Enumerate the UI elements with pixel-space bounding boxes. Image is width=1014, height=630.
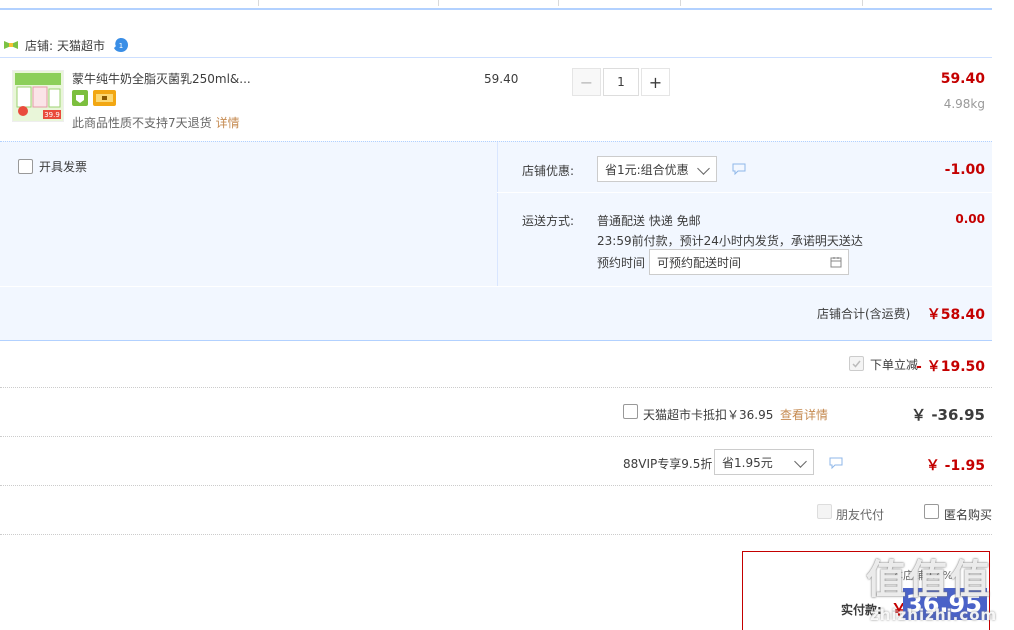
shop-discount-select[interactable]: 省1元:组合优惠 (597, 156, 717, 182)
service-badge-icon (72, 90, 88, 106)
divider (0, 286, 992, 287)
instant-discount-checkbox (849, 356, 864, 371)
card-deduct-detail-link[interactable]: 查看详情 (780, 406, 828, 423)
card-badge-icon (93, 90, 116, 106)
message-icon[interactable] (732, 163, 746, 175)
appointment-time-input[interactable]: 可预约配送时间 (649, 249, 849, 275)
return-policy-notice: 此商品性质不支持7天退货 详情 (72, 114, 240, 131)
product-thumbnail[interactable]: 39.9 (12, 70, 64, 122)
cart-header-strip (0, 0, 992, 10)
card-deduct-row (0, 388, 992, 437)
instant-discount-label: 下单立减 (870, 358, 919, 372)
notice-detail-link[interactable]: 详情 (216, 116, 240, 130)
vip-discount-select[interactable]: 省1.95元 (714, 449, 814, 475)
invoice-checkbox[interactable] (18, 159, 33, 174)
shop-discount-selected: 省1元:组合优惠 (605, 162, 689, 177)
item-subtotal: 59.40 (940, 71, 985, 87)
svg-text:1: 1 (119, 42, 123, 50)
quantity-minus-button[interactable]: − (572, 68, 601, 96)
thumb-price: 39.9 (44, 111, 60, 119)
product-title[interactable]: 蒙牛纯牛奶全脂灭菌乳250ml&... (72, 70, 251, 87)
watermark-url: zhizhizhi.com (870, 606, 998, 624)
item-weight: 4.98kg (943, 97, 985, 111)
wangwang-chat-icon[interactable]: 1 (113, 37, 129, 53)
shop-discount-label: 店铺优惠: (522, 164, 575, 178)
shipping-fee: 0.00 (955, 212, 985, 226)
instant-discount-value: - ￥19.50 (916, 359, 985, 375)
card-deduct-value: ￥ -36.95 (911, 406, 985, 424)
appointment-placeholder: 可预约配送时间 (657, 255, 742, 270)
shop-total-label: 店铺合计(含运费) (817, 307, 911, 321)
chevron-down-icon (794, 455, 807, 468)
card-deduct-checkbox[interactable] (623, 404, 638, 419)
card-deduct-label: 天猫超市卡抵扣￥36.95 (643, 408, 774, 422)
shipping-method: 普通配送 快递 免邮 (597, 214, 701, 228)
friend-pay-checkbox (817, 504, 832, 519)
vip-discount-label: 88VIP专享9.5折 (623, 457, 713, 471)
anonymous-checkbox[interactable] (924, 504, 939, 519)
quantity-input[interactable]: 1 (603, 68, 639, 96)
shipping-estimate: 23:59前付款，预计24小时内发货，承诺明天送达 (597, 234, 863, 248)
appointment-label: 预约时间 (597, 256, 646, 270)
shop-total-value: ￥58.40 (926, 307, 985, 323)
message-icon[interactable] (829, 457, 843, 469)
chevron-down-icon (697, 162, 710, 175)
shop-icon (4, 41, 18, 49)
check-icon (852, 360, 861, 368)
quantity-plus-button[interactable]: + (641, 68, 670, 96)
quantity-stepper: − 1 + (572, 68, 670, 96)
watermark-logo: 值值值 (866, 557, 992, 603)
instant-discount-row (0, 339, 992, 388)
friend-pay-label: 朋友代付 (836, 508, 885, 522)
vip-row (0, 437, 992, 486)
shop-discount-value: -1.00 (944, 162, 985, 178)
vip-selected: 省1.95元 (722, 455, 773, 470)
notice-text: 此商品性质不支持7天退货 (72, 116, 212, 130)
vip-discount-value: ￥ -1.95 (925, 458, 985, 474)
invoice-label: 开具发票 (39, 160, 88, 174)
divider (497, 142, 498, 286)
shipping-label: 运送方式: (522, 214, 575, 228)
calendar-icon[interactable] (830, 256, 842, 268)
divider (497, 192, 992, 193)
invoice-option[interactable]: 开具发票 (18, 158, 87, 175)
shop-name[interactable]: 天猫超市 (57, 37, 105, 54)
anonymous-label: 匿名购买 (944, 508, 993, 522)
shop-label: 店铺: (25, 38, 54, 53)
shop-header: 店铺: 天猫超市 1 (0, 33, 992, 57)
unit-price: 59.40 (484, 72, 519, 86)
